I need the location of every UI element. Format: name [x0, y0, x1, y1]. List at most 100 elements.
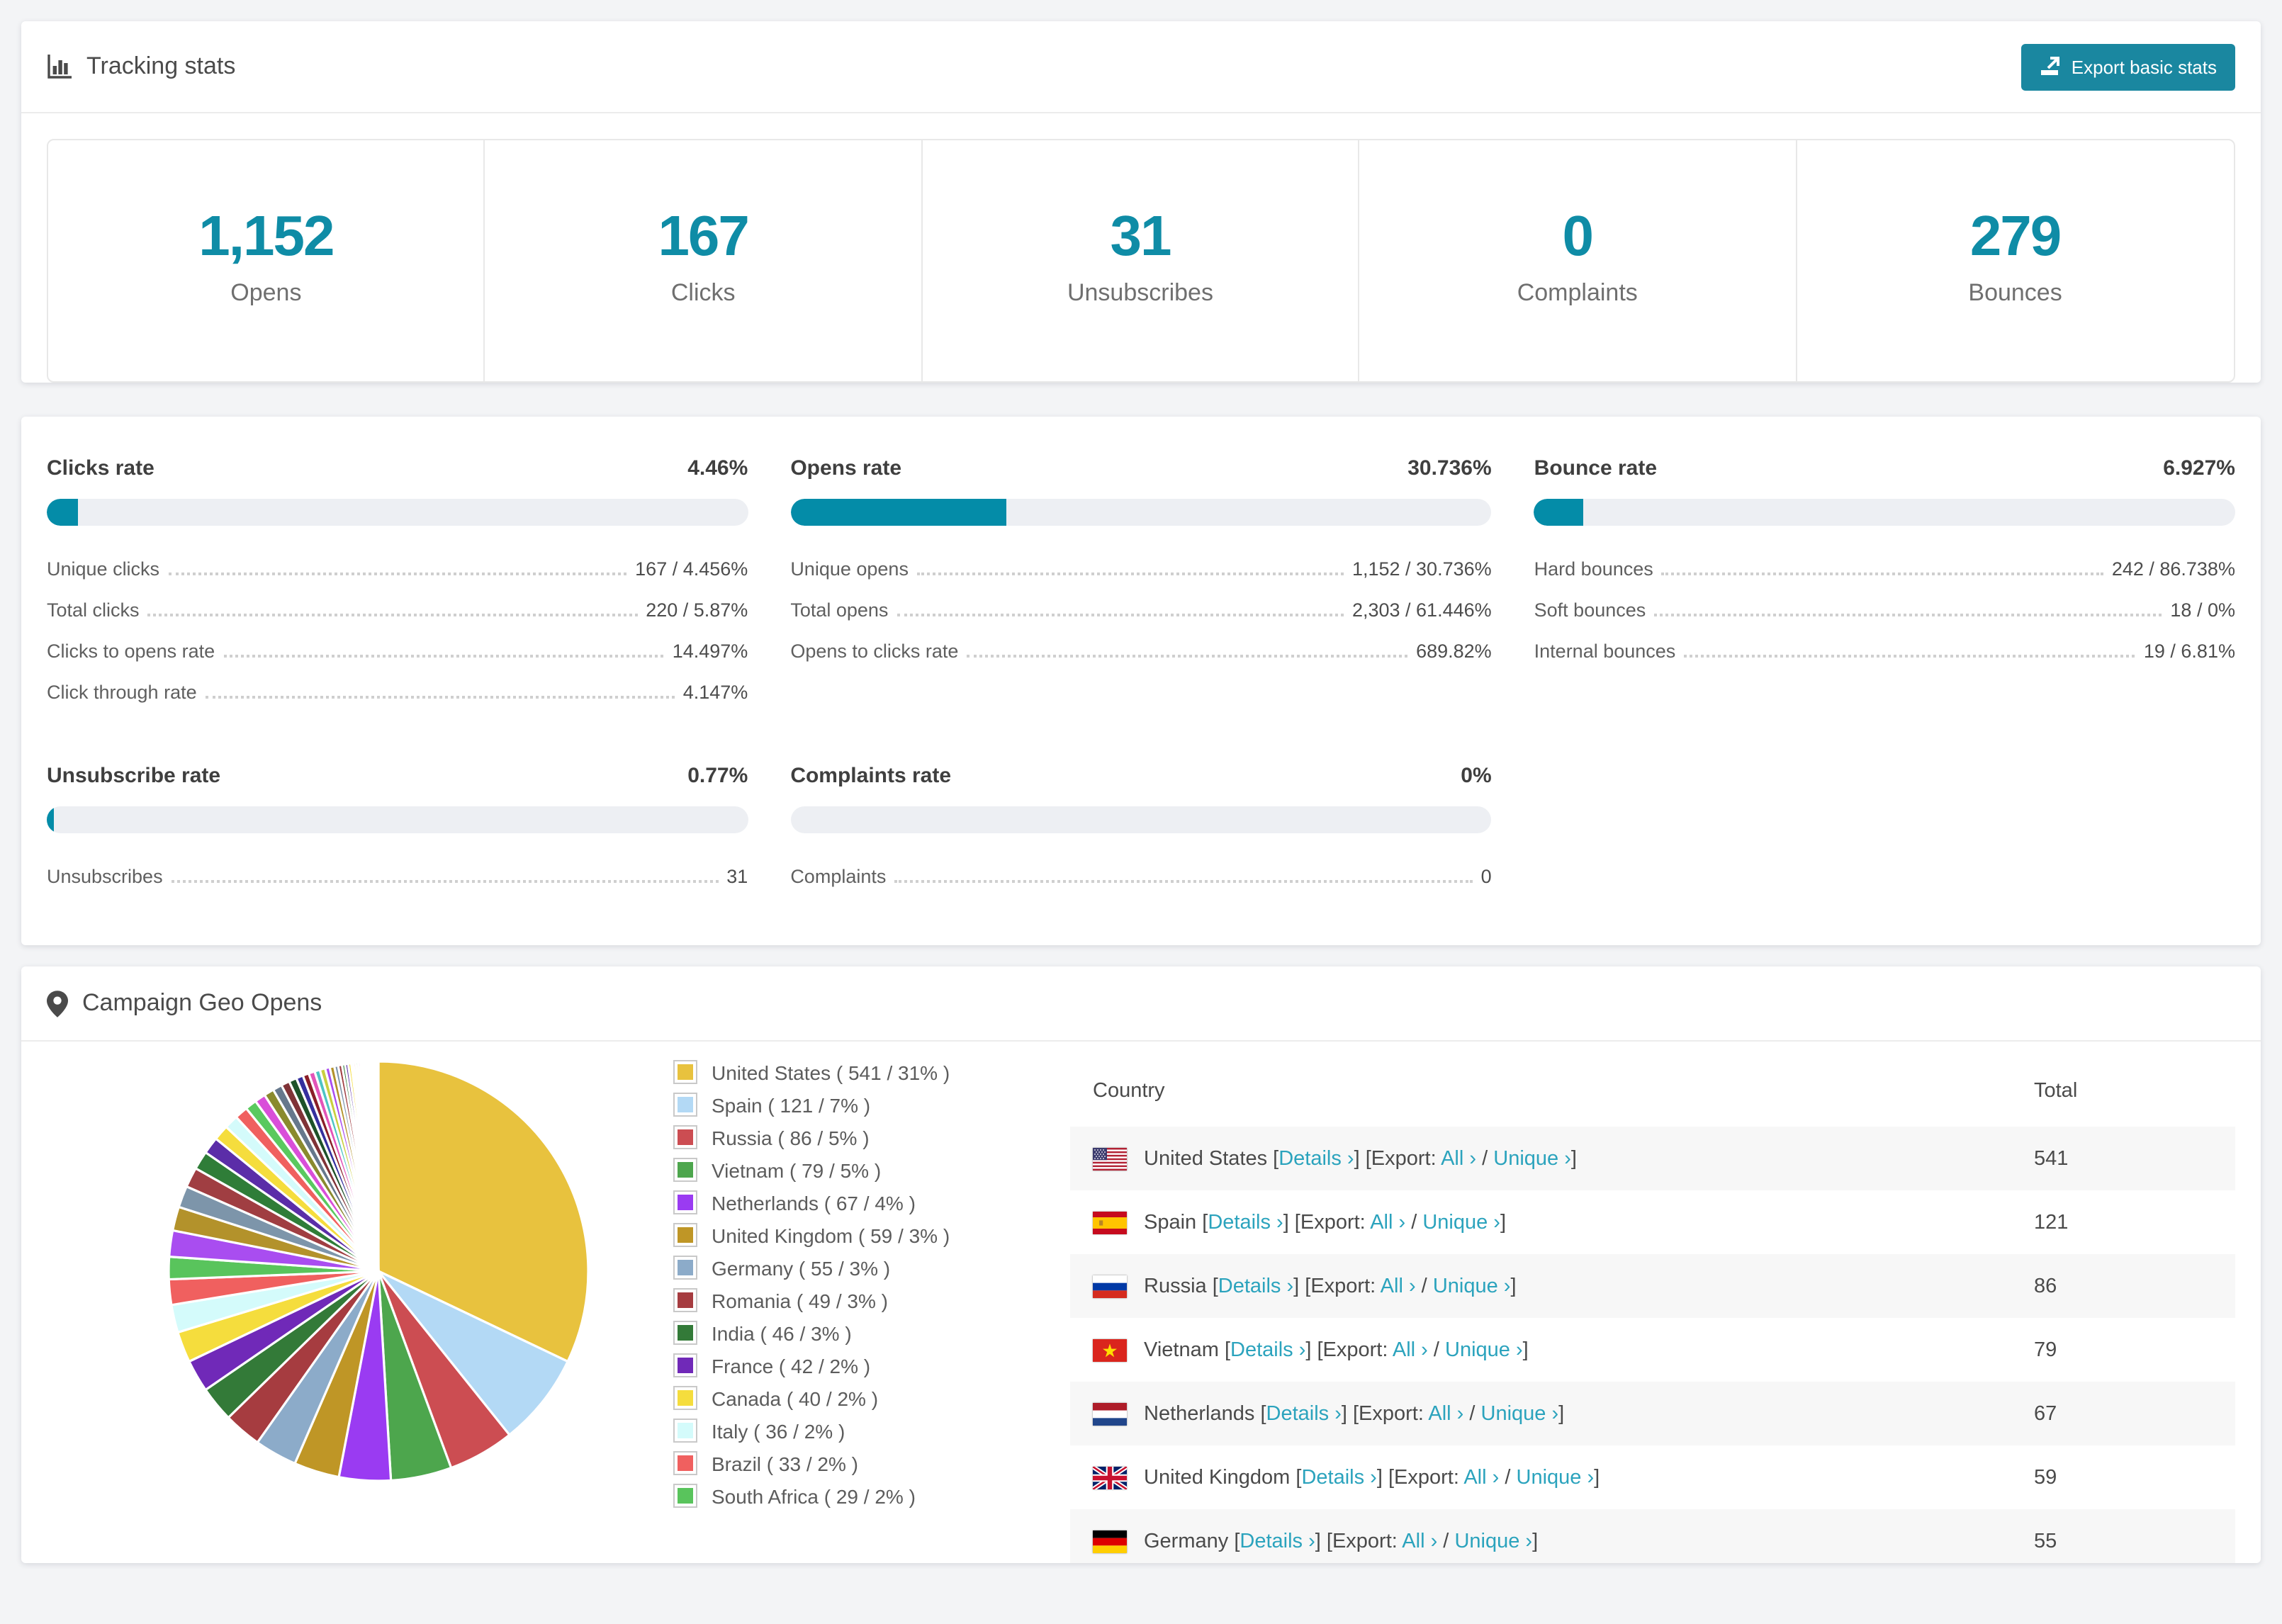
geo-table-rows: United States [Details ›] [Export: All ›…: [1070, 1127, 2235, 1563]
export-all-link[interactable]: All ›: [1370, 1211, 1405, 1234]
geo-row-text: Germany [Details ›] [Export: All › / Uni…: [1144, 1530, 1538, 1552]
legend-color-chip: [673, 1158, 697, 1182]
rate-stat-value: 242 / 86.738%: [2111, 558, 2235, 580]
geo-table-row: Germany [Details ›] [Export: All › / Uni…: [1070, 1509, 2235, 1563]
details-link[interactable]: Details ›: [1278, 1147, 1354, 1170]
country-total: 55: [2034, 1530, 2057, 1552]
geo-opens-title: Campaign Geo Opens: [47, 989, 322, 1017]
country-name: Germany: [1144, 1530, 1235, 1552]
export-unique-link[interactable]: Unique ›: [1454, 1530, 1532, 1552]
rate-header: Clicks rate 4.46%: [47, 456, 748, 480]
dotted-leader: [896, 614, 1344, 616]
rate-stat-value: 167 / 4.456%: [635, 558, 748, 580]
slash-text: /: [1427, 1338, 1446, 1361]
rate-rows: Unique opens 1,152 / 30.736% Total opens 2,…: [790, 548, 1491, 672]
stat-card: 0 Complaints: [1359, 140, 1797, 381]
bracket-text: ] [Export:: [1376, 1466, 1464, 1489]
export-unique-link[interactable]: Unique ›: [1433, 1275, 1511, 1297]
geo-table-row: Russia [Details ›] [Export: All › / Uniq…: [1070, 1254, 2235, 1318]
slash-text: /: [1499, 1466, 1517, 1489]
stat-card: 31 Unsubscribes: [923, 140, 1360, 381]
rate-panel-unsubscribe-rate: Unsubscribe rate 0.77% Unsubscribes 31: [47, 764, 748, 897]
country-name: Russia: [1144, 1275, 1213, 1297]
rate-stat-label: Unsubscribes: [47, 866, 163, 887]
details-link[interactable]: Details ›: [1208, 1211, 1283, 1234]
stat-card: 167 Clicks: [485, 140, 923, 381]
rate-stat-label: Clicks to opens rate: [47, 641, 215, 662]
flag-us-icon: [1093, 1147, 1127, 1170]
rate-stat-value: 0: [1480, 866, 1492, 887]
rate-header: Complaints rate 0%: [790, 764, 1491, 788]
details-link[interactable]: Details ›: [1301, 1466, 1376, 1489]
rate-stat-row: Opens to clicks rate 689.82%: [790, 631, 1491, 672]
export-unique-link[interactable]: Unique ›: [1445, 1338, 1523, 1361]
legend-item: Netherlands ( 67 / 4% ): [673, 1190, 1011, 1214]
rate-stat-row: Total opens 2,303 / 61.446%: [790, 590, 1491, 631]
rate-stat-label: Internal bounces: [1534, 641, 1676, 662]
export-all-link[interactable]: All ›: [1441, 1147, 1476, 1170]
legend-item: United States ( 541 / 31% ): [673, 1060, 1011, 1084]
bracket-text: ]: [1500, 1211, 1507, 1234]
rate-value: 30.736%: [1407, 456, 1492, 480]
export-all-link[interactable]: All ›: [1381, 1275, 1416, 1297]
details-link[interactable]: Details ›: [1230, 1338, 1305, 1361]
rate-stat-value: 19 / 6.81%: [2143, 641, 2235, 662]
rate-stat-label: Hard bounces: [1534, 558, 1653, 580]
legend-label: Canada ( 40 / 2% ): [712, 1387, 879, 1409]
flag-vn-icon: [1093, 1338, 1127, 1361]
export-all-link[interactable]: All ›: [1393, 1338, 1428, 1361]
stat-card: 1,152 Opens: [48, 140, 485, 381]
bracket-text: ]: [1510, 1275, 1517, 1297]
flag-nl-icon: [1093, 1402, 1127, 1425]
export-all-link[interactable]: All ›: [1463, 1466, 1499, 1489]
legend-color-chip: [673, 1288, 697, 1312]
legend-color-chip: [673, 1353, 697, 1377]
dotted-leader: [205, 696, 675, 699]
rate-panel-complaints-rate: Complaints rate 0% Complaints 0: [790, 764, 1492, 897]
details-link[interactable]: Details ›: [1218, 1275, 1293, 1297]
tracking-stats-header: Tracking stats Export basic stats: [21, 21, 2261, 113]
country-total: 79: [2034, 1338, 2057, 1361]
export-unique-link[interactable]: Unique ›: [1517, 1466, 1595, 1489]
country-total: 541: [2034, 1147, 2069, 1170]
details-link[interactable]: Details ›: [1240, 1530, 1315, 1552]
legend-item: Italy ( 36 / 2% ): [673, 1419, 1011, 1443]
geo-row-text: Spain [Details ›] [Export: All › / Uniqu…: [1144, 1211, 1506, 1234]
rate-value: 0%: [1461, 764, 1492, 788]
stat-label: Unsubscribes: [1067, 279, 1213, 306]
export-all-link[interactable]: All ›: [1402, 1530, 1437, 1552]
legend-label: Romania ( 49 / 3% ): [712, 1289, 888, 1312]
map-pin-icon: [47, 990, 68, 1017]
bracket-text: ]: [1522, 1338, 1529, 1361]
bracket-text: ] [Export:: [1315, 1530, 1403, 1552]
country-total: 59: [2034, 1466, 2057, 1489]
rate-stat-label: Total opens: [790, 599, 889, 621]
country-name: United States: [1144, 1147, 1274, 1170]
rate-title: Bounce rate: [1534, 456, 1658, 480]
export-unique-link[interactable]: Unique ›: [1493, 1147, 1571, 1170]
export-unique-link[interactable]: Unique ›: [1422, 1211, 1500, 1234]
rate-stat-value: 4.147%: [682, 682, 748, 703]
stat-value: 167: [658, 205, 750, 268]
slash-text: /: [1463, 1402, 1481, 1425]
rate-title: Clicks rate: [47, 456, 154, 480]
rate-stat-row: Total clicks 220 / 5.87%: [47, 590, 748, 631]
legend-item: Canada ( 40 / 2% ): [673, 1386, 1011, 1410]
legend-color-chip: [673, 1223, 697, 1247]
export-icon: [2040, 57, 2060, 77]
export-unique-link[interactable]: Unique ›: [1481, 1402, 1559, 1425]
rate-stat-row: Unique opens 1,152 / 30.736%: [790, 548, 1491, 590]
export-all-link[interactable]: All ›: [1428, 1402, 1463, 1425]
rate-stat-row: Internal bounces 19 / 6.81%: [1534, 631, 2235, 672]
geo-table: Country Total United States [Details ›] …: [1070, 1059, 2235, 1563]
rate-stat-row: Unique clicks 167 / 4.456%: [47, 548, 748, 590]
rate-stat-value: 18 / 0%: [2170, 599, 2235, 621]
details-link[interactable]: Details ›: [1266, 1402, 1342, 1425]
rate-stat-label: Complaints: [790, 866, 887, 887]
geo-table-row: Vietnam [Details ›] [Export: All › / Uni…: [1070, 1318, 2235, 1382]
export-basic-stats-button[interactable]: Export basic stats: [2021, 43, 2235, 90]
rate-stat-value: 220 / 5.87%: [646, 599, 748, 621]
geo-opens-card: Campaign Geo Opens United States ( 541 /…: [21, 966, 2261, 1563]
stat-label: Bounces: [1968, 279, 2062, 306]
stat-value: 1,152: [198, 205, 335, 268]
